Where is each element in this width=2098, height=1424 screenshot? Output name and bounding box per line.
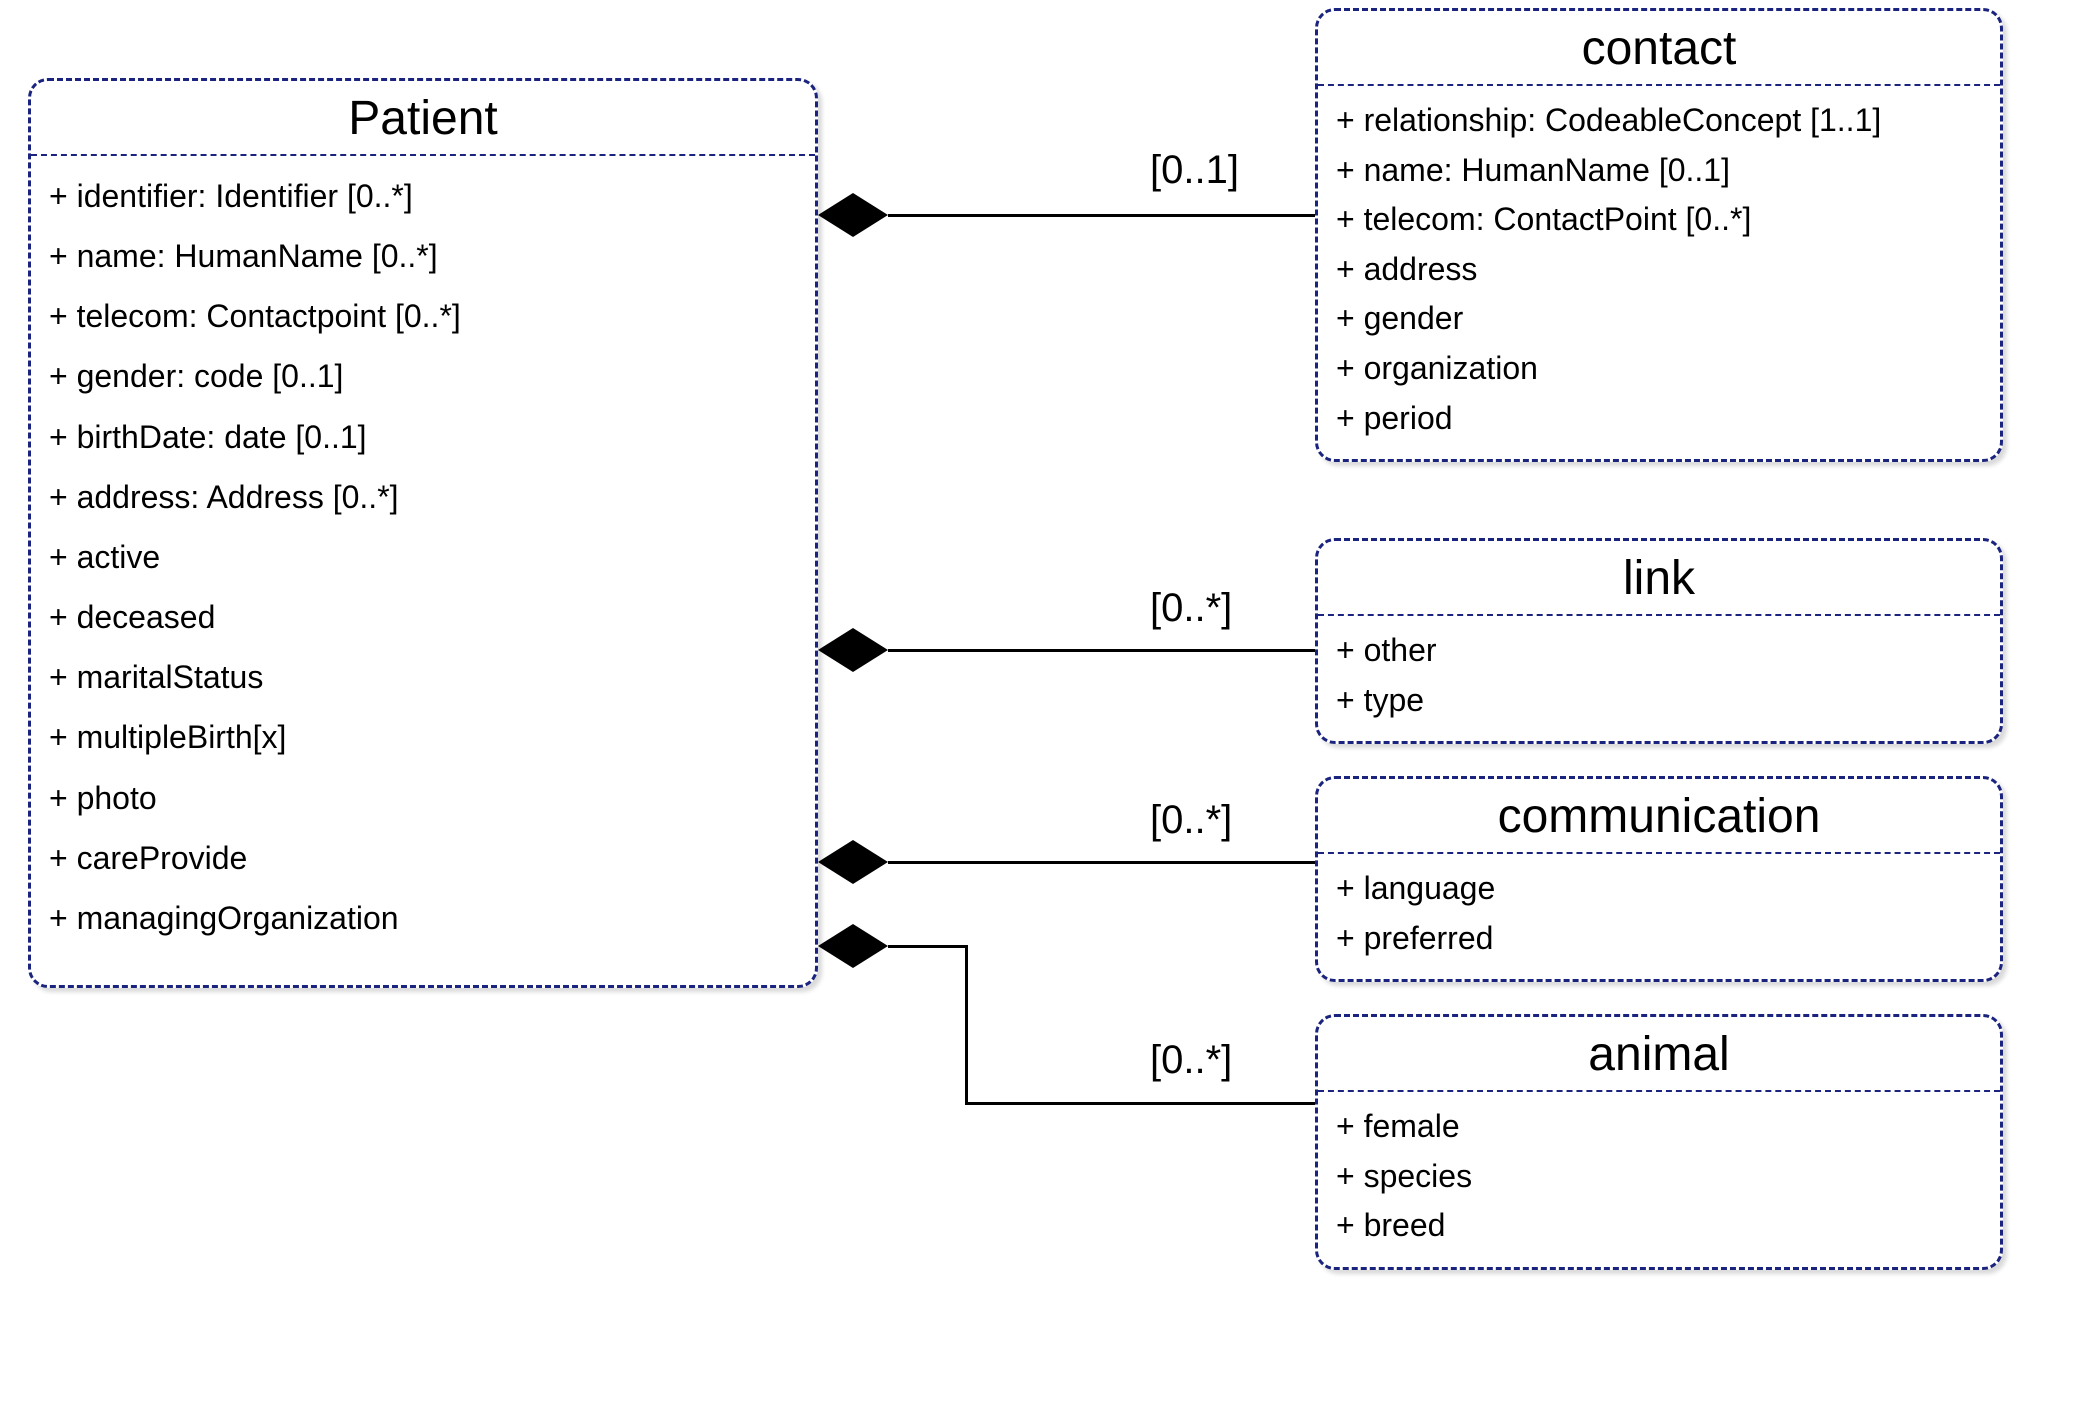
- patient-attr: + multipleBirth[x]: [49, 707, 797, 767]
- link-attr: + type: [1336, 676, 1982, 726]
- contact-attr: + relationship: CodeableConcept [1..1]: [1336, 96, 1982, 146]
- contact-title: contact: [1318, 11, 2000, 86]
- patient-title: Patient: [31, 81, 815, 156]
- contact-class-box: contact + relationship: CodeableConcept …: [1315, 8, 2003, 462]
- communication-attr: + language: [1336, 864, 1982, 914]
- patient-attr: + managingOrganization: [49, 888, 797, 948]
- patient-class-box: Patient + identifier: Identifier [0..*]+…: [28, 78, 818, 988]
- cardinality-link: [0..*]: [1150, 586, 1232, 631]
- contact-attr: + name: HumanName [0..1]: [1336, 146, 1982, 196]
- animal-title: animal: [1318, 1017, 2000, 1092]
- connector-link: [888, 649, 1315, 652]
- connector-animal-h2: [965, 1102, 1315, 1105]
- cardinality-contact: [0..1]: [1150, 148, 1239, 193]
- connector-animal-h1: [888, 945, 968, 948]
- contact-attr: + organization: [1336, 344, 1982, 394]
- connector-contact: [888, 214, 1315, 217]
- patient-attr: + name: HumanName [0..*]: [49, 226, 797, 286]
- patient-attr: + identifier: Identifier [0..*]: [49, 166, 797, 226]
- communication-attr: + preferred: [1336, 914, 1982, 964]
- patient-attr: + maritalStatus: [49, 647, 797, 707]
- patient-attr: + active: [49, 527, 797, 587]
- connector-animal-v: [965, 945, 968, 1105]
- patient-attrs: + identifier: Identifier [0..*]+ name: H…: [31, 156, 815, 964]
- animal-attr: + breed: [1336, 1201, 1982, 1251]
- patient-attr: + gender: code [0..1]: [49, 346, 797, 406]
- animal-attr: + species: [1336, 1152, 1982, 1202]
- patient-attr: + careProvide: [49, 828, 797, 888]
- communication-attrs: + language+ preferred: [1318, 854, 2000, 979]
- cardinality-animal: [0..*]: [1150, 1038, 1232, 1083]
- contact-attr: + period: [1336, 394, 1982, 444]
- contact-attr: + gender: [1336, 294, 1982, 344]
- contact-attr: + telecom: ContactPoint [0..*]: [1336, 195, 1982, 245]
- communication-title: communication: [1318, 779, 2000, 854]
- patient-attr: + telecom: Contactpoint [0..*]: [49, 286, 797, 346]
- contact-attrs: + relationship: CodeableConcept [1..1]+ …: [1318, 86, 2000, 459]
- link-title: link: [1318, 541, 2000, 616]
- patient-attr: + deceased: [49, 587, 797, 647]
- contact-attr: + address: [1336, 245, 1982, 295]
- patient-attr: + address: Address [0..*]: [49, 467, 797, 527]
- link-class-box: link + other+ type: [1315, 538, 2003, 744]
- communication-class-box: communication + language+ preferred: [1315, 776, 2003, 982]
- animal-class-box: animal + female+ species+ breed: [1315, 1014, 2003, 1270]
- cardinality-communication: [0..*]: [1150, 798, 1232, 843]
- patient-attr: + photo: [49, 768, 797, 828]
- link-attr: + other: [1336, 626, 1982, 676]
- link-attrs: + other+ type: [1318, 616, 2000, 741]
- animal-attr: + female: [1336, 1102, 1982, 1152]
- connector-communication: [888, 861, 1315, 864]
- patient-attr: + birthDate: date [0..1]: [49, 407, 797, 467]
- animal-attrs: + female+ species+ breed: [1318, 1092, 2000, 1267]
